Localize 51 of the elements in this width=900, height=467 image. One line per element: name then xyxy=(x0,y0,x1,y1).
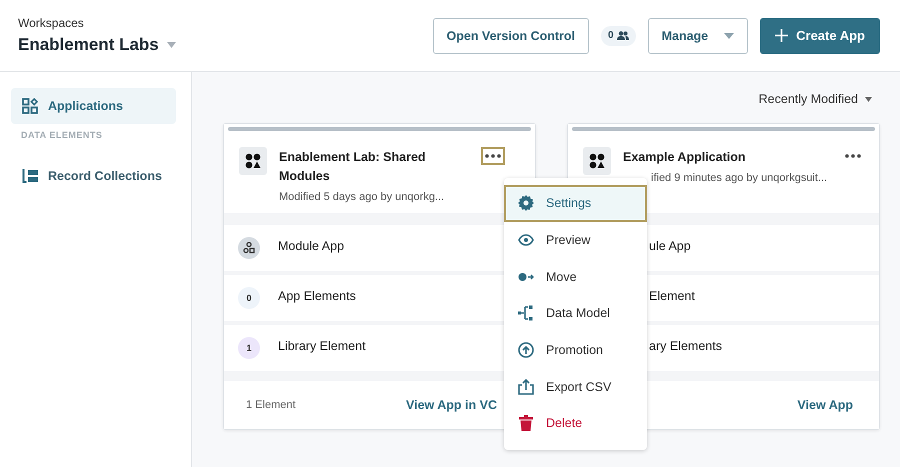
version-control-button[interactable]: Open Version Control xyxy=(432,18,590,54)
element-count: 1 Element xyxy=(246,399,296,411)
row-label: Module App xyxy=(278,239,344,253)
menu-item[interactable]: Promotion xyxy=(504,332,647,368)
app-title: Enablement Lab: Shared Modules xyxy=(279,149,427,185)
manage-dropdown[interactable]: Manage xyxy=(648,18,748,54)
workspace-dropdown[interactable]: Enablement Labs xyxy=(18,35,176,55)
menu-item[interactable]: Export CSV xyxy=(504,368,647,406)
collaborators-badge[interactable]: 0 xyxy=(601,26,636,46)
arrow-up-circle-icon xyxy=(518,342,534,358)
module-icon xyxy=(238,237,260,259)
modified-text: Modified 5 days ago by unqorkg... xyxy=(279,191,446,203)
view-app-link[interactable]: View App xyxy=(797,398,853,412)
eye-icon xyxy=(518,234,534,246)
tree-icon xyxy=(518,305,534,322)
export-icon xyxy=(518,378,534,395)
menu-item[interactable]: Move xyxy=(504,258,647,296)
view-app-link[interactable]: View App in VC xyxy=(406,398,497,412)
row-label: ule App xyxy=(649,239,691,253)
app-title: Example Application xyxy=(623,149,746,166)
menu-item[interactable]: Settings xyxy=(504,185,647,222)
modified-text: ified 9 minutes ago by unqorkgsuit... xyxy=(651,172,828,184)
menu-item[interactable]: Preview xyxy=(504,222,647,258)
caret-icon xyxy=(724,32,734,38)
grid-icon xyxy=(22,98,38,114)
shapes-icon xyxy=(239,147,267,175)
more-button[interactable] xyxy=(481,147,505,165)
row-label: App Elements xyxy=(278,289,356,303)
sidebar-item[interactable]: Applications xyxy=(11,88,176,124)
menu-item[interactable]: Data Model xyxy=(504,295,647,332)
sort-dropdown[interactable]: Recently Modified xyxy=(750,92,880,106)
menu-item[interactable]: Delete xyxy=(504,405,647,442)
row-label: Library Element xyxy=(278,339,366,353)
caret-icon xyxy=(166,42,176,48)
row-label: Element xyxy=(649,289,695,303)
caret-icon xyxy=(865,96,872,102)
create-app-button[interactable]: Create App xyxy=(760,18,880,54)
shapes-icon xyxy=(583,147,611,175)
count-badge: 0 xyxy=(238,287,260,309)
count-badge: 1 xyxy=(238,337,260,359)
breadcrumb: Workspaces xyxy=(18,16,85,30)
more-icon xyxy=(485,154,501,158)
sidebar-item[interactable]: Record Collections xyxy=(11,158,176,194)
more-icon xyxy=(845,154,861,158)
table-icon xyxy=(22,169,38,183)
row-label: ary Elements xyxy=(649,339,722,353)
gear-icon xyxy=(518,195,534,212)
trash-icon xyxy=(518,415,534,432)
plus-icon xyxy=(775,29,788,42)
section-label: DATA ELEMENTS xyxy=(20,129,104,142)
move-icon xyxy=(518,272,534,282)
